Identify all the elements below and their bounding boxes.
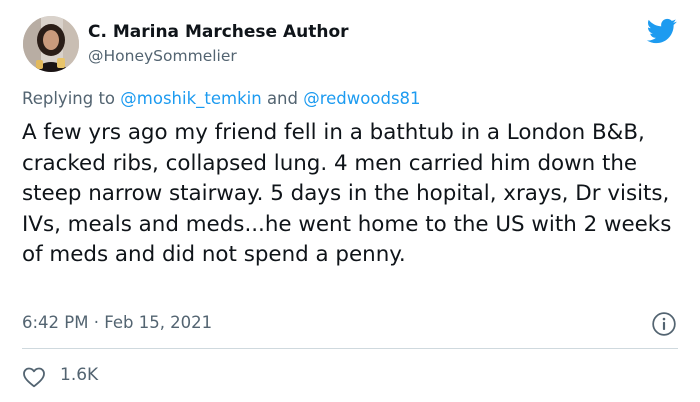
tweet-text: A few yrs ago my friend fell in a bathtu… [22,120,672,267]
like-count[interactable]: 1.6K [60,365,98,385]
tweet-time[interactable]: 6:42 PM [22,313,88,332]
divider [22,348,678,349]
author-handle[interactable]: @HoneySommelier [88,47,237,65]
heart-icon[interactable] [22,366,46,388]
info-icon[interactable] [651,311,677,337]
replying-prefix: Replying to [22,89,116,108]
mention-link[interactable]: @moshik_temkin [120,89,261,108]
tweet-timestamp[interactable]: 6:42 PM · Feb 15, 2021 [22,313,212,332]
author-display-name[interactable]: C. Marina Marchese Author [88,22,349,42]
replying-conjunction: and [266,89,298,108]
profile-photo [23,16,79,72]
mention-link[interactable]: @redwoods81 [303,89,420,108]
twitter-bird-icon[interactable] [645,16,679,46]
replying-to: Replying to @moshik_temkin and @redwoods… [22,89,421,108]
tweet-card: C. Marina Marchese Author @HoneySommelie… [0,0,700,402]
timestamp-separator: · [93,313,99,332]
tweet-date[interactable]: Feb 15, 2021 [104,313,212,332]
avatar[interactable] [23,16,79,72]
